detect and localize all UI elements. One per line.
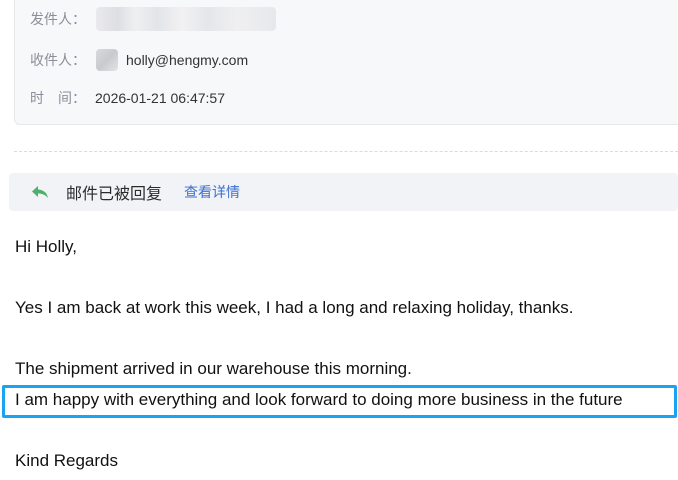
sender-blurred [96,7,276,31]
sent-time: 2026-01-21 06:47:57 [95,90,225,106]
view-details-link[interactable]: 查看详情 [184,182,240,202]
closing: Kind Regards [15,451,119,470]
recipient-address[interactable]: holly@hengmy.com [126,52,248,68]
reply-arrow-icon [29,181,51,203]
time-label: 时 间： [30,90,86,106]
paragraph-2: The shipment arrived in our warehouse th… [15,359,412,378]
highlight-box [2,385,677,418]
reply-status-bar: 邮件已被回复 查看详情 [9,173,678,211]
time-row: 时 间： 2026-01-21 06:47:57 [30,86,225,110]
divider [14,151,678,152]
paragraph-1: Yes I am back at work this week, I had a… [15,298,574,317]
greeting: Hi Holly, [15,237,78,256]
reply-status-text: 邮件已被回复 [66,186,163,203]
avatar [96,49,118,71]
to-row: 收件人： holly@hengmy.com [30,48,248,72]
from-label: 发件人： [30,11,86,27]
to-label: 收件人： [30,52,86,68]
from-row: 发件人： [30,7,276,31]
email-header-card: 发件人： 收件人： holly@hengmy.com 时 间： 2026-01-… [14,0,678,125]
